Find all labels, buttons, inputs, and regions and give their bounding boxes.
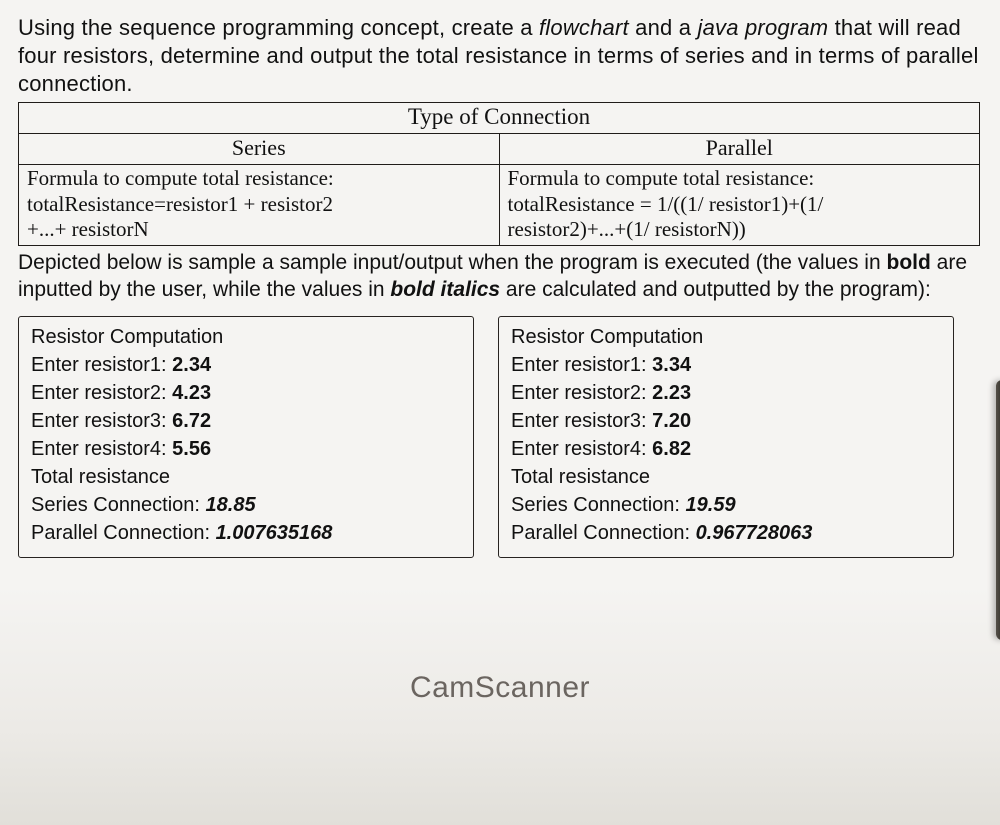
sample2-title: Resistor Computation	[511, 323, 941, 351]
intro-emph-flowchart: flowchart	[539, 15, 629, 40]
sample2-series-val: 19.59	[686, 494, 736, 516]
sample1-title: Resistor Computation	[31, 323, 461, 351]
series-formula-line1: Formula to compute total resistance:	[27, 166, 491, 191]
sample1-series-label: Series Connection:	[31, 494, 206, 516]
sample1-parallel-val: 1.007635168	[216, 522, 333, 544]
sample2-parallel-label: Parallel Connection:	[511, 522, 696, 544]
sample1-parallel: Parallel Connection: 1.007635168	[31, 519, 461, 547]
mid-bold: bold	[887, 251, 931, 274]
parallel-formula-line1: Formula to compute total resistance:	[508, 166, 972, 191]
sample1-r2: Enter resistor2: 4.23	[31, 379, 461, 407]
page-fade-bg	[0, 585, 1000, 825]
sample1-total-label: Total resistance	[31, 463, 461, 491]
sample2-r4: Enter resistor4: 6.82	[511, 435, 941, 463]
mid-text-5: are calculated and outputted by the prog…	[500, 278, 931, 301]
intro-text-3: and a	[629, 15, 698, 40]
sample2-parallel: Parallel Connection: 0.967728063	[511, 519, 941, 547]
sample2-r3-label: Enter resistor3:	[511, 410, 652, 432]
intro-emph-java-program: java program	[698, 15, 829, 40]
sample1-parallel-label: Parallel Connection:	[31, 522, 216, 544]
sample1-r4: Enter resistor4: 5.56	[31, 435, 461, 463]
sample-box-2: Resistor Computation Enter resistor1: 3.…	[498, 316, 954, 558]
series-formula-line3: +...+ resistorN	[27, 217, 491, 242]
sample1-series: Series Connection: 18.85	[31, 491, 461, 519]
parallel-formula-cell: Formula to compute total resistance: tot…	[499, 165, 980, 246]
sample2-parallel-val: 0.967728063	[696, 522, 813, 544]
sample2-r3-val: 7.20	[652, 410, 691, 432]
sample1-r3-label: Enter resistor3:	[31, 410, 172, 432]
mid-text-1: Depicted below is sample a sample input/…	[18, 251, 887, 274]
sample1-r3: Enter resistor3: 6.72	[31, 407, 461, 435]
sample-box-1: Resistor Computation Enter resistor1: 2.…	[18, 316, 474, 558]
sample2-r1-label: Enter resistor1:	[511, 354, 652, 376]
sample1-r3-val: 6.72	[172, 410, 211, 432]
sample2-series: Series Connection: 19.59	[511, 491, 941, 519]
mid-bold-italics: bold italics	[390, 278, 500, 301]
sample2-r2-label: Enter resistor2:	[511, 382, 652, 404]
sample1-r2-val: 4.23	[172, 382, 211, 404]
sample1-r1-val: 2.34	[172, 354, 211, 376]
sample2-r1: Enter resistor1: 3.34	[511, 351, 941, 379]
series-formula-cell: Formula to compute total resistance: tot…	[19, 165, 500, 246]
page-edge-shadow	[996, 380, 1000, 640]
camscanner-watermark: CamScanner	[0, 671, 1000, 705]
sample-io-row: Resistor Computation Enter resistor1: 2.…	[18, 316, 982, 558]
sample2-r4-val: 6.82	[652, 438, 691, 460]
sample1-r2-label: Enter resistor2:	[31, 382, 172, 404]
sample2-series-label: Series Connection:	[511, 494, 686, 516]
sample1-r4-label: Enter resistor4:	[31, 438, 172, 460]
series-formula-line2: totalResistance=resistor1 + resistor2	[27, 192, 491, 217]
sample1-r1-label: Enter resistor1:	[31, 354, 172, 376]
table-header: Type of Connection	[19, 103, 980, 134]
sample2-r2-val: 2.23	[652, 382, 691, 404]
sample2-r3: Enter resistor3: 7.20	[511, 407, 941, 435]
col-header-parallel: Parallel	[499, 134, 980, 165]
sample1-r4-val: 5.56	[172, 438, 211, 460]
sample2-total-label: Total resistance	[511, 463, 941, 491]
col-header-series: Series	[19, 134, 500, 165]
intro-text-1: Using the sequence programming concept, …	[18, 15, 539, 40]
sample2-r4-label: Enter resistor4:	[511, 438, 652, 460]
sample1-r1: Enter resistor1: 2.34	[31, 351, 461, 379]
parallel-formula-line3: resistor2)+...+(1/ resistorN))	[508, 217, 972, 242]
intro-paragraph: Using the sequence programming concept, …	[18, 14, 982, 98]
sample2-r1-val: 3.34	[652, 354, 691, 376]
mid-paragraph: Depicted below is sample a sample input/…	[18, 250, 982, 304]
sample2-r2: Enter resistor2: 2.23	[511, 379, 941, 407]
connection-table: Type of Connection Series Parallel Formu…	[18, 102, 980, 246]
parallel-formula-line2: totalResistance = 1/((1/ resistor1)+(1/	[508, 192, 972, 217]
sample1-series-val: 18.85	[206, 494, 256, 516]
